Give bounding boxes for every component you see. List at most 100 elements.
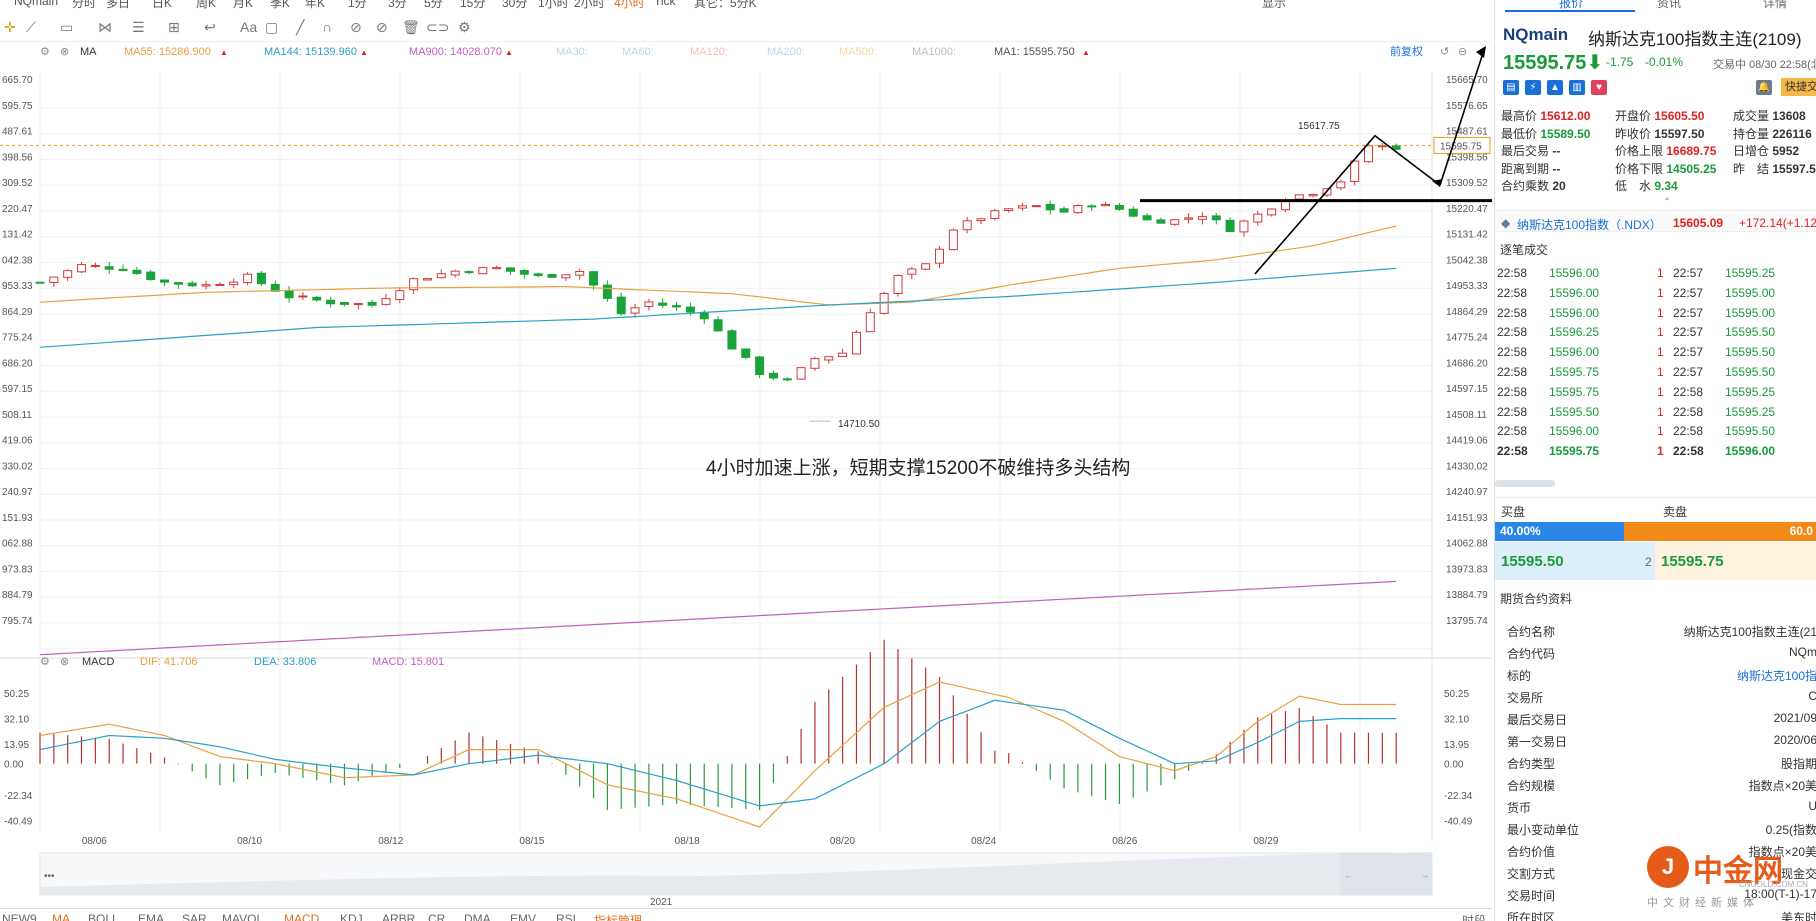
period-9[interactable]: 3分 (388, 0, 407, 10)
arrow-icon[interactable]: ↩ (204, 19, 216, 35)
indicator-13[interactable]: 指标管理 (594, 912, 642, 921)
ticks-scrollbar[interactable] (1495, 480, 1555, 487)
lock-icon[interactable]: ⊘ (350, 19, 362, 35)
analysis-annotation[interactable]: 4小时加速上涨，短期支撑15200不破维持多头结构 (706, 457, 1130, 479)
period-3[interactable]: 日K (152, 0, 172, 10)
quote-item: 最后交易 -- (1501, 142, 1560, 159)
macd-settings-icon[interactable]: ⚙ (40, 656, 50, 668)
indicator-10[interactable]: DMA (464, 912, 491, 921)
quick-trade-button[interactable]: 快捷交 (1781, 78, 1816, 96)
period-0[interactable]: NQmain (14, 0, 58, 8)
adjust-button[interactable]: 前复权 (1390, 44, 1423, 58)
period-2[interactable]: 多日 (106, 0, 130, 10)
price-chart[interactable]: ⚙ ⊗ MA MA55: 15286.900 ▲ MA144: 15139.960 ▲ MA9… (0, 42, 1492, 908)
legend-close-icon[interactable]: ⊗ (60, 46, 69, 58)
macd-close-icon[interactable]: ⊗ (60, 656, 69, 668)
tick-time: 22:58 (1673, 404, 1704, 419)
candle-body (77, 264, 87, 273)
indicator-11[interactable]: EMV (510, 912, 536, 921)
quote-key: 最低价 (1501, 126, 1538, 141)
text-icon[interactable]: Aa (240, 19, 257, 35)
refresh-icon[interactable]: ↺ (1440, 46, 1449, 58)
indicator-3[interactable]: EMA (138, 912, 164, 921)
navigator-window[interactable] (1340, 853, 1432, 895)
tab-detail[interactable]: 详情 (1763, 0, 1787, 11)
macd-indicator[interactable]: MACD (82, 656, 114, 668)
settings-icon[interactable]: ⚙ (458, 19, 471, 35)
contract-info-row: 最后交易日 2021/09 (1495, 707, 1816, 729)
period-12[interactable]: 30分 (502, 0, 527, 10)
minimize-icon[interactable]: ⊖ (1458, 46, 1467, 58)
indicator-8[interactable]: ARBR (382, 912, 415, 921)
period-10[interactable]: 5分 (424, 0, 443, 10)
tick-time: 22:58 (1497, 325, 1528, 340)
chart-alert-icon[interactable]: ▲ (1547, 80, 1563, 95)
period-5[interactable]: 月K (233, 0, 253, 10)
heart-icon[interactable]: ♥ (1591, 80, 1607, 95)
price-tick: 15131.42 (1446, 230, 1488, 241)
indicator-4[interactable]: SAR (182, 912, 207, 921)
price-tick-left: 508.11 (2, 410, 32, 421)
text-align-icon[interactable]: ☰ (132, 19, 145, 35)
pencil-icon[interactable]: ╱ (296, 19, 304, 35)
info-key: 交割方式 (1507, 867, 1556, 881)
magnet-icon[interactable]: ∩ (322, 19, 332, 35)
date-tick: 08/12 (378, 836, 403, 847)
fibonacci-icon[interactable]: ⋈ (98, 19, 112, 35)
period-13[interactable]: 1小时 (538, 0, 569, 10)
price-tick: 14953.33 (1446, 281, 1488, 292)
period-6[interactable]: 季K (270, 0, 290, 10)
period-16[interactable]: Tick (654, 0, 676, 8)
rectangle-icon[interactable]: ▭ (60, 19, 73, 35)
candle-body (173, 282, 183, 285)
indicator-1[interactable]: MA (52, 912, 70, 921)
info-value[interactable]: 纳斯达克100指 (1737, 667, 1816, 684)
underlying-index-row[interactable]: ◆ 纳斯达克100指数（.NDX） 15605.09 +172.14(+1.12 (1495, 210, 1816, 232)
quote-value: 15597.50 (1654, 126, 1705, 141)
trash-icon[interactable]: 🗑 (402, 19, 420, 35)
candle-body (602, 284, 612, 299)
crosshair-icon[interactable]: ✛ (4, 19, 16, 35)
quote-value: 15612.00 (1540, 109, 1591, 123)
trend-line-icon[interactable]: ⟋ (26, 19, 36, 35)
indicator-2[interactable]: BOLL (88, 912, 119, 921)
quote-key: 合约乘数 (1501, 179, 1550, 193)
indicator-5[interactable]: MAVOL (222, 912, 263, 921)
period-4[interactable]: 周K (196, 0, 216, 10)
period-17[interactable]: 其它：5分K (694, 0, 757, 10)
measure-icon[interactable]: ⊞ (168, 19, 180, 35)
period-7[interactable]: 年K (305, 0, 325, 10)
comment-icon[interactable]: ▢ (265, 19, 278, 35)
eye-off-icon[interactable]: ⊘ (376, 19, 388, 35)
period-8[interactable]: 1分 (348, 0, 367, 10)
contract-info-row: 合约类型 股指期 (1495, 751, 1816, 773)
session-button[interactable]: 时段 (1462, 912, 1486, 921)
bell-icon[interactable]: 🔔 (1756, 80, 1772, 95)
tab-news[interactable]: 资讯 (1657, 0, 1681, 11)
period-18[interactable]: 显示 (1262, 0, 1286, 10)
navigator-handle[interactable]: ••• (44, 871, 55, 882)
price-change: -1.75 (1606, 55, 1634, 69)
period-15[interactable]: 4小时 (614, 0, 645, 10)
period-11[interactable]: 15分 (460, 0, 485, 10)
indicator-7[interactable]: KDJ (340, 912, 363, 921)
indicator-9[interactable]: CR (428, 912, 445, 921)
visibility-icon[interactable]: ⊂⊃ (426, 19, 449, 35)
indicator-0[interactable]: NEW9 (2, 912, 37, 921)
date-tick: 08/15 (519, 836, 544, 847)
lightning-icon[interactable]: ⚡ (1525, 80, 1541, 95)
candle-body (644, 301, 654, 307)
diamond-icon: ◆ (1501, 216, 1511, 230)
document-icon[interactable]: ▥ (1569, 80, 1585, 95)
candle-body (672, 305, 682, 308)
legend-settings-icon[interactable]: ⚙ (40, 46, 50, 58)
period-14[interactable]: 2小时 (574, 0, 605, 10)
period-1[interactable]: 分时 (72, 0, 96, 10)
indicator-6[interactable]: MACD (284, 912, 319, 921)
legend-indicator[interactable]: MA (80, 46, 97, 58)
nav-left-icon[interactable]: ← (1344, 870, 1353, 880)
indicator-12[interactable]: RSI (556, 912, 576, 921)
expand-chevron-icon[interactable]: ⌃ (1663, 197, 1671, 208)
flag-icon[interactable]: ▤ (1503, 80, 1519, 95)
nav-right-icon[interactable]: → (1420, 870, 1429, 880)
